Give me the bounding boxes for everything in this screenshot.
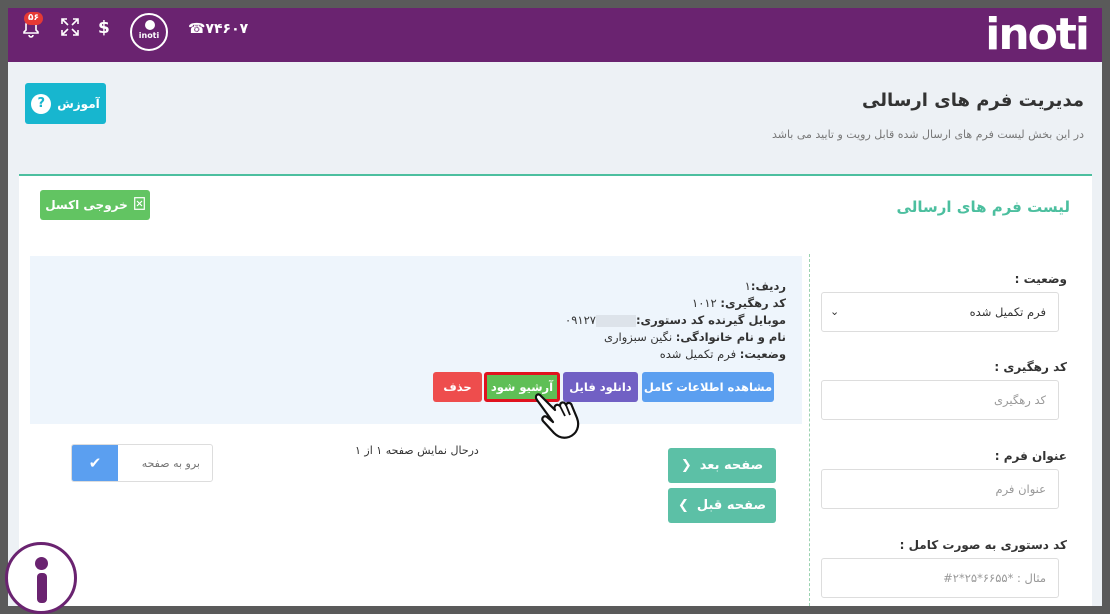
full-code-filter-label: کد دستوری به صورت کامل : — [899, 538, 1067, 552]
brand-circle-text: inoti — [138, 31, 160, 40]
notification-badge: ۵۶ — [24, 12, 43, 25]
excel-file-icon — [133, 197, 145, 213]
name-value: نگین سبزواری — [603, 330, 673, 344]
question-icon: ? — [31, 93, 52, 114]
checkmark-icon: ✔ — [88, 454, 102, 472]
floating-info-logo[interactable] — [5, 542, 77, 614]
dollar-icon[interactable]: $ — [98, 18, 110, 38]
fullscreen-icon[interactable] — [61, 18, 79, 40]
masked-digits — [595, 314, 636, 327]
record-row-line: ردیف:۱ — [565, 278, 786, 295]
forms-card: خروجی اکسل لیست فرم های ارسالی ردیف:۱ کد… — [19, 174, 1092, 606]
form-record: ردیف:۱ کد رهگیری: ۱۰۱۲ موبایل گیرنده کد … — [30, 256, 802, 424]
info-dot — [35, 557, 48, 570]
page-subtitle: در این بخش لیست فرم های ارسال شده قابل ر… — [771, 128, 1084, 141]
chevron-left-icon: ❮ — [680, 458, 692, 473]
status-label: وضعیت: — [739, 347, 786, 361]
phone-number[interactable]: ☎۷۴۶۰۷ — [188, 21, 248, 37]
column-divider — [809, 254, 810, 606]
form-title-filter-label: عنوان فرم : — [994, 449, 1067, 463]
mobile-value: ۰۹۱۲۷ — [565, 313, 596, 327]
prev-page-label: صفحه قبل — [696, 498, 767, 513]
page-title: مدیریت فرم های ارسالی — [862, 90, 1084, 111]
excel-label: خروجی اکسل — [45, 198, 128, 212]
record-details: ردیف:۱ کد رهگیری: ۱۰۱۲ موبایل گیرنده کد … — [565, 278, 786, 363]
phone-icon: ☎ — [188, 21, 206, 37]
chevron-down-icon: ⌄ — [830, 305, 840, 318]
top-bar: inoti ۵۶ $ inoti ☎۷۴۶۰۷ — [8, 8, 1102, 62]
card-title: لیست فرم های ارسالی — [896, 198, 1070, 216]
brand-circle-dot — [145, 20, 155, 30]
goto-confirm-button[interactable]: ✔ — [72, 445, 118, 481]
full-code-filter-input[interactable]: مثال : *۶۶۵۵*۲۵*۲# — [821, 558, 1059, 598]
status-filter-select[interactable]: فرم تکمیل شده ⌄ — [821, 292, 1059, 332]
tracking-filter-input[interactable]: کد رهگیری — [821, 380, 1059, 420]
inoti-logo[interactable]: inoti — [985, 12, 1090, 58]
record-tracking-line: کد رهگیری: ۱۰۱۲ — [565, 295, 786, 312]
tracking-label: کد رهگیری: — [720, 296, 786, 310]
help-button[interactable]: ? آموزش — [25, 83, 106, 124]
record-status-line: وضعیت: فرم تکمیل شده — [565, 346, 786, 363]
pointer-hand-icon — [533, 388, 593, 440]
next-page-label: صفحه بعد — [699, 458, 764, 473]
excel-export-button[interactable]: خروجی اکسل — [40, 190, 150, 220]
status-filter-value: فرم تکمیل شده — [969, 305, 1046, 319]
page-info: درحال نمایش صفحه ۱ از ۱ — [355, 444, 479, 457]
tracking-value: ۱۰۱۲ — [692, 296, 717, 310]
mobile-label: موبایل گیرنده کد دستوری: — [635, 313, 786, 327]
name-label: نام و نام خانوادگی: — [675, 330, 786, 344]
goto-page-input[interactable] — [120, 445, 210, 481]
status-filter-label: وضعیت : — [1014, 272, 1067, 286]
chevron-right-icon: ❯ — [677, 498, 689, 513]
tracking-filter-label: کد رهگیری : — [994, 360, 1067, 374]
delete-button[interactable]: حذف — [433, 372, 482, 402]
view-details-button[interactable]: مشاهده اطلاعات کامل — [642, 372, 774, 402]
row-label: ردیف: — [750, 279, 786, 293]
next-page-button[interactable]: صفحه بعد ❮ — [668, 448, 776, 483]
brand-circle-icon[interactable]: inoti — [130, 13, 168, 51]
help-label: آموزش — [57, 96, 100, 111]
goto-page-group: ✔ — [71, 444, 213, 482]
record-mobile-line: موبایل گیرنده کد دستوری: ۰۹۱۲۷ — [565, 312, 786, 329]
phone-value: ۷۴۶۰۷ — [205, 21, 249, 37]
app-frame: inoti ۵۶ $ inoti ☎۷۴۶۰۷ ? آموزش مدیریت ف… — [8, 8, 1102, 606]
form-title-filter-input[interactable]: عنوان فرم — [821, 469, 1059, 509]
status-value: فرم تکمیل شده — [659, 347, 737, 361]
prev-page-button[interactable]: صفحه قبل ❯ — [668, 488, 776, 523]
record-name-line: نام و نام خانوادگی: نگین سبزواری — [565, 329, 786, 346]
info-stem — [37, 573, 47, 603]
